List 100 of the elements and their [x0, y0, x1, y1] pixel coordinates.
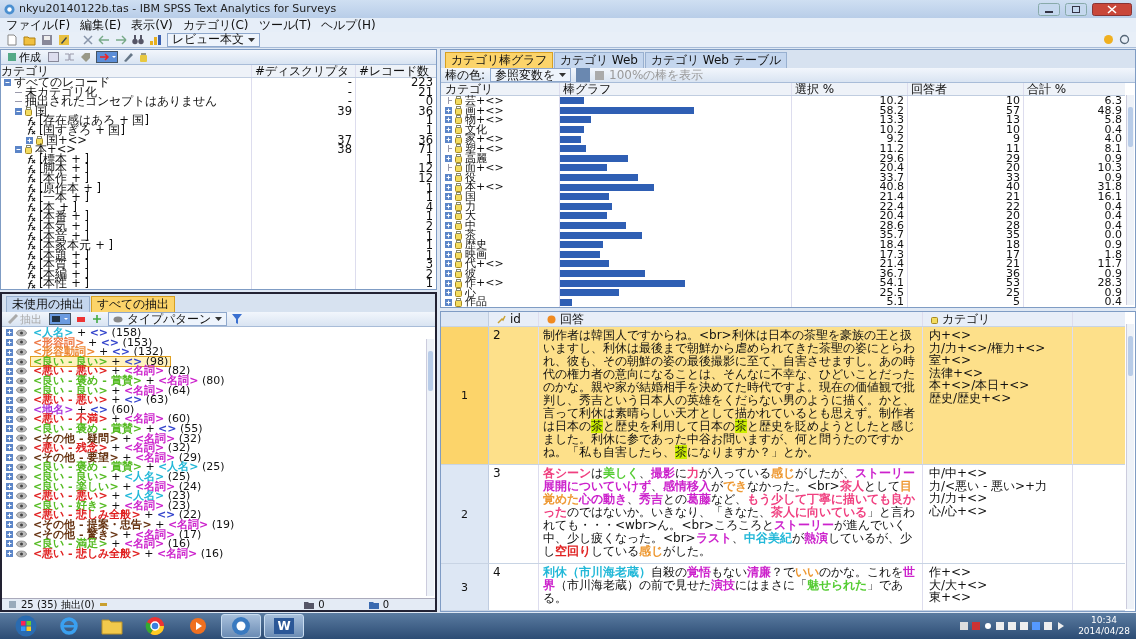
category-label[interactable]: 面+<>: [465, 163, 504, 173]
expander-icon[interactable]: [6, 482, 13, 490]
expander-icon[interactable]: [445, 250, 452, 258]
category-label[interactable]: 物+<>: [465, 115, 504, 125]
expander-icon[interactable]: [445, 212, 452, 220]
expander-icon[interactable]: [6, 530, 13, 538]
delete-icon[interactable]: [76, 314, 87, 325]
expander-icon[interactable]: [4, 79, 11, 87]
category-label[interactable]: 作+<>: [465, 278, 504, 288]
column-header[interactable]: #ディスクリプタ: [251, 65, 355, 77]
expander-icon[interactable]: [6, 502, 13, 510]
type-pattern-dropdown[interactable]: タイプパターン: [108, 312, 227, 327]
clock-date[interactable]: 2014/04/28: [1078, 626, 1130, 637]
tab[interactable]: カテゴリ棒グラフ: [445, 52, 553, 68]
category-label[interactable]: 芸+<>: [465, 96, 504, 106]
expander-icon[interactable]: [445, 193, 452, 201]
category-label[interactable]: 中: [465, 220, 476, 231]
expander-icon[interactable]: [445, 202, 452, 210]
category-label[interactable]: 文化: [465, 124, 487, 135]
category-label[interactable]: 作品: [465, 297, 487, 308]
checkbox[interactable]: [595, 70, 605, 80]
scrollbar[interactable]: [1126, 95, 1134, 306]
column-header[interactable]: #レコード数: [355, 65, 436, 77]
expander-icon[interactable]: [6, 511, 13, 519]
expander-icon[interactable]: [6, 550, 13, 557]
maximize-icon[interactable]: [1065, 2, 1087, 16]
category-label[interactable]: 歴史: [465, 239, 487, 250]
category-label[interactable]: 本+<>: [465, 182, 504, 192]
tab[interactable]: カテゴリ Web: [554, 52, 644, 68]
app-icon[interactable]: [231, 616, 251, 636]
expander-icon[interactable]: [445, 231, 452, 239]
binoculars-icon[interactable]: [132, 34, 144, 45]
category-label[interactable]: 国: [465, 191, 476, 202]
category-label[interactable]: 画+<>: [465, 105, 504, 116]
category-label[interactable]: 役: [465, 172, 476, 183]
expander-icon[interactable]: [445, 270, 452, 277]
expander-icon[interactable]: [6, 540, 13, 548]
column-header[interactable]: 選択 %: [791, 83, 907, 95]
menu-item[interactable]: 編集(E): [80, 18, 122, 32]
add-icon[interactable]: [92, 314, 103, 325]
media-player-icon[interactable]: [189, 617, 207, 635]
category-label[interactable]: 映画: [465, 249, 487, 260]
expander-icon[interactable]: [6, 338, 13, 346]
tab[interactable]: カテゴリ Web テーブル: [645, 52, 787, 68]
expander-icon[interactable]: [445, 298, 452, 306]
chart-icon[interactable]: [149, 33, 162, 46]
tab[interactable]: すべての抽出: [91, 296, 175, 313]
category-label[interactable]: 彼: [465, 268, 476, 279]
category-label[interactable]: 高麗: [465, 153, 487, 164]
column-header[interactable]: 回答: [539, 312, 923, 327]
expander-icon[interactable]: [445, 106, 452, 114]
category-label[interactable]: 代+<>: [465, 259, 504, 269]
expander-icon[interactable]: [445, 126, 452, 134]
table-row[interactable]: 3 4 利休（市川海老蔵）自殺の覚悟もない清廉？でいいのかな。これを世界（市川海老蔵）の前で見せた演技にはまさに「魅せられた」である。 作+<> 大/大+<> 東+<>: [441, 564, 1125, 611]
menu-item[interactable]: 表示(V): [131, 18, 173, 32]
category-label[interactable]: 心: [465, 287, 476, 298]
category-label[interactable]: 大: [465, 211, 476, 221]
expander-icon[interactable]: [445, 241, 452, 249]
expander-icon[interactable]: [6, 386, 13, 394]
expander-icon[interactable]: [6, 434, 13, 442]
category-label[interactable]: 家+<>: [465, 134, 504, 144]
table-row[interactable]: [441, 465, 1125, 565]
view-dropdown[interactable]: レビュー本文: [167, 32, 260, 47]
color-swatch-icon[interactable]: [576, 68, 591, 82]
delete-icon[interactable]: [83, 34, 93, 45]
expander-icon[interactable]: [6, 406, 13, 414]
category-label[interactable]: 塑+<>: [465, 143, 504, 154]
edit-icon[interactable]: [58, 33, 70, 46]
expander-icon[interactable]: [6, 358, 13, 366]
menu-item[interactable]: ツール(T): [258, 18, 312, 32]
category-label[interactable]: 茶: [465, 230, 476, 240]
expander-icon[interactable]: [6, 367, 13, 375]
pencil-icon[interactable]: [123, 52, 134, 62]
scrollbar[interactable]: [426, 339, 434, 596]
table-row[interactable]: [441, 327, 1125, 466]
right-arrow-icon[interactable]: [115, 34, 127, 45]
filter-dropdown-icon[interactable]: [49, 313, 71, 326]
expander-icon[interactable]: [445, 279, 452, 287]
column-header[interactable]: 回答者: [907, 83, 1023, 95]
column-header[interactable]: 合計 %: [1023, 83, 1125, 95]
minimize-icon[interactable]: [1038, 2, 1060, 16]
expander-icon[interactable]: [15, 146, 22, 154]
bar-color-dropdown[interactable]: 参照変数を: [490, 68, 572, 82]
category-label[interactable]: 抽出されたコンセプトはありません: [25, 97, 217, 107]
menu-item[interactable]: ファイル(F): [6, 18, 71, 32]
category-label[interactable]: 国+<>: [46, 135, 87, 146]
expander-icon[interactable]: [6, 329, 13, 337]
expander-icon[interactable]: [445, 116, 452, 124]
expander-icon[interactable]: [6, 454, 13, 462]
move-icon[interactable]: [96, 51, 118, 63]
filter-icon[interactable]: [232, 314, 242, 325]
expander-icon[interactable]: [6, 473, 13, 481]
column-header[interactable]: 棒グラフ: [559, 83, 791, 95]
save-icon[interactable]: [41, 33, 53, 46]
expander-icon[interactable]: [6, 396, 13, 404]
expander-icon[interactable]: [445, 135, 452, 143]
column-header[interactable]: カテゴリ: [923, 312, 1073, 327]
grid-icon[interactable]: [48, 52, 59, 62]
tab[interactable]: 未使用の抽出: [6, 296, 90, 313]
menu-item[interactable]: カテゴリ(C): [182, 18, 249, 32]
